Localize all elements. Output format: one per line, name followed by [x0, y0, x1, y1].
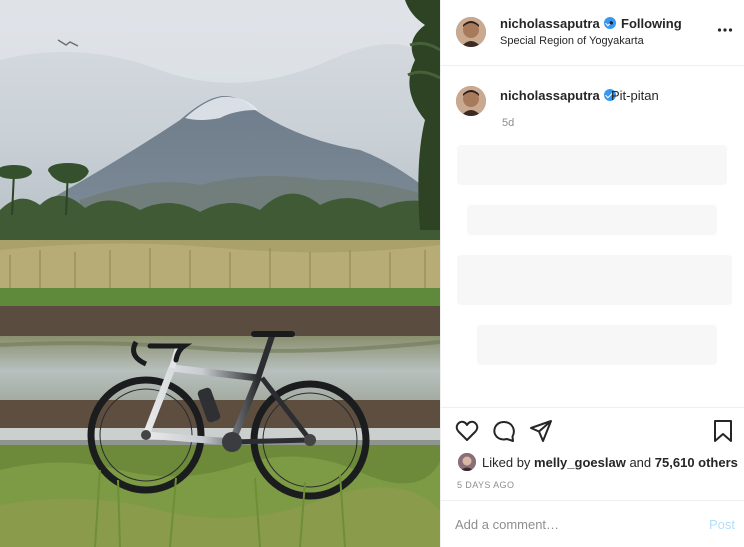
post-comment-button[interactable]: Post: [709, 517, 735, 532]
likes-text: Liked by melly_goeslaw and 75,610 others: [482, 455, 738, 470]
faded-comments-area: [457, 145, 737, 395]
more-options-icon[interactable]: [717, 22, 733, 38]
author-avatar[interactable]: [456, 17, 486, 47]
following-button[interactable]: Following: [621, 16, 682, 31]
caption-username[interactable]: nicholassaputra: [500, 88, 616, 103]
location-link[interactable]: Special Region of Yogyakarta: [500, 35, 644, 47]
post-header: nicholassaputra • Following Special Regi…: [441, 0, 744, 66]
landscape-bicycle-image: [0, 0, 440, 547]
comment-input[interactable]: [455, 513, 685, 535]
post-actions: Liked by melly_goeslaw and 75,610 others…: [441, 407, 744, 500]
separator-dot: •: [609, 15, 614, 30]
comment-icon[interactable]: [491, 418, 517, 444]
author-username[interactable]: nicholassaputra: [500, 16, 616, 31]
share-icon[interactable]: [528, 418, 554, 444]
comment-form: Post: [441, 500, 744, 547]
bookmark-icon[interactable]: [710, 418, 736, 444]
post-photo[interactable]: [0, 0, 440, 547]
liker-avatar[interactable]: [458, 453, 476, 471]
post-date[interactable]: 5 DAYS AGO: [457, 480, 514, 490]
liker-username[interactable]: melly_goeslaw: [534, 455, 626, 470]
caption-text: Pit-pitan: [611, 88, 659, 103]
heart-icon[interactable]: [454, 418, 480, 444]
caption-avatar[interactable]: [456, 86, 486, 116]
likes-count-link[interactable]: 75,610 others: [655, 455, 738, 470]
caption-timestamp[interactable]: 5d: [502, 117, 514, 129]
post-side-panel: nicholassaputra • Following Special Regi…: [440, 0, 744, 547]
